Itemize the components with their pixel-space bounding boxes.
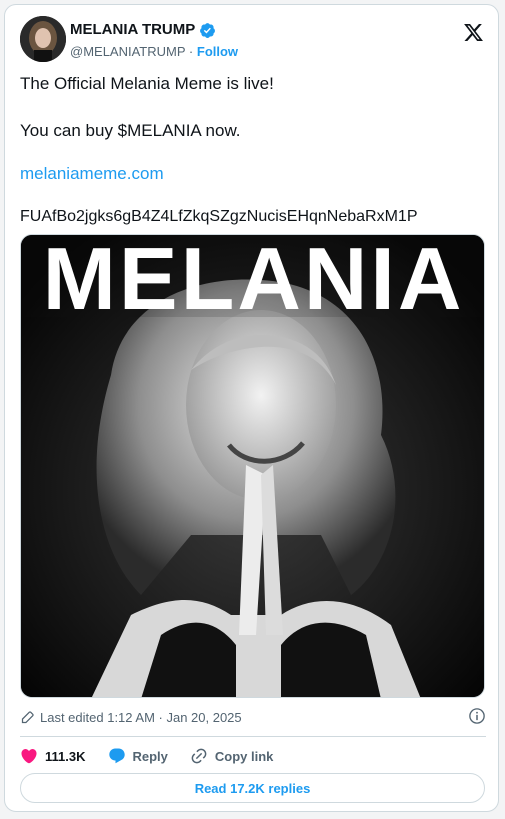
tweet-line-2: You can buy $MELANIA now. [20,121,241,140]
author-block: MELANIA TRUMP @MELANIATRUMP · Follow [70,21,238,61]
link-icon [191,748,207,764]
pencil-icon [20,710,35,725]
author-name[interactable]: MELANIA TRUMP [70,21,195,39]
x-logo-icon[interactable] [463,22,484,43]
tweet-card: MELANIA TRUMP @MELANIATRUMP · Follow The [4,4,499,812]
media-banner-text: MELANIA [43,235,465,328]
read-replies-button[interactable]: Read 17.2K replies [20,773,485,803]
tweet-meta: Last edited 1:12 AM · Jan 20, 2025 [20,707,486,727]
like-button[interactable]: 111.3K [20,747,86,765]
avatar[interactable] [20,16,66,62]
author-handle[interactable]: @MELANIATRUMP [70,44,185,59]
reply-bubble-icon [108,748,125,764]
edited-timestamp[interactable]: Last edited 1:12 AM · Jan 20, 2025 [40,710,242,725]
reply-button[interactable]: Reply [108,747,168,765]
tweet-line-1: The Official Melania Meme is live! [20,74,274,93]
handle-separator: · [188,44,194,59]
copy-link-button[interactable]: Copy link [190,747,274,765]
likes-count: 111.3K [45,748,86,764]
action-bar: 111.3K Reply Copy link [20,744,295,768]
follow-link[interactable]: Follow [197,44,238,59]
copy-link-label: Copy link [214,748,274,764]
handle-row: @MELANIATRUMP · Follow [70,43,238,61]
tweet-header: MELANIA TRUMP @MELANIATRUMP · Follow [20,16,485,66]
divider [20,736,486,737]
verified-badge-icon [199,22,216,39]
name-row: MELANIA TRUMP [70,21,238,39]
tweet-text: The Official Melania Meme is live! You c… [20,73,486,227]
tweet-media-image[interactable]: MELANIA [20,234,485,698]
tweet-link[interactable]: melaniameme.com [20,163,486,184]
reply-label: Reply [132,748,168,764]
tweet-contract-address: FUAfBo2jgks6gB4Z4LfZkqSZgzNucisEHqnNebaR… [20,208,418,225]
info-icon[interactable] [468,707,486,725]
heart-icon [21,749,37,764]
